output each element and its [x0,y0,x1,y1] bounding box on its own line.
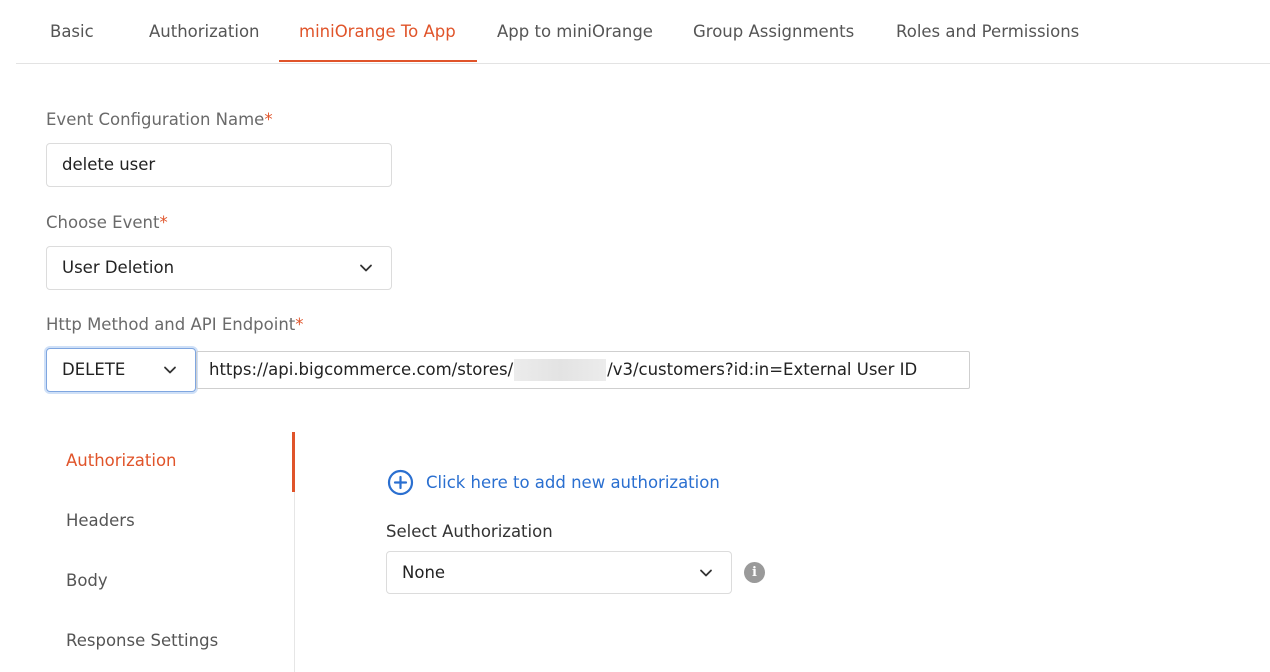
event-config-name-value: delete user [62,155,156,174]
select-authorization-value: None [402,563,446,582]
required-mark: * [159,213,168,232]
event-config-name-input[interactable]: delete user [46,143,392,187]
side-item-authorization[interactable]: Authorization [66,451,177,470]
add-authorization-text: Click here to add new authorization [426,472,720,492]
endpoint-suffix: /v3/customers?id:in=External User ID [607,360,918,379]
select-authorization-select[interactable]: None [386,551,732,594]
side-item-headers[interactable]: Headers [66,511,135,530]
http-method-label-text: Http Method and API Endpoint [46,315,296,334]
tab-authorization[interactable]: Authorization [149,0,260,62]
info-icon[interactable]: i [744,562,765,583]
side-item-body[interactable]: Body [66,571,108,590]
chevron-down-icon [360,264,372,272]
plus-circle-icon [387,469,414,495]
tab-group-assignments[interactable]: Group Assignments [693,0,854,62]
side-menu-active-indicator [292,432,295,492]
side-item-response-settings[interactable]: Response Settings [66,631,218,650]
api-endpoint-input[interactable]: https://api.bigcommerce.com/stores/ /v3/c… [196,351,970,389]
chevron-down-icon [164,366,176,374]
tab-bar: Basic Authorization miniOrange To App Ap… [16,0,1270,64]
required-mark: * [295,315,304,334]
add-authorization-link[interactable]: Click here to add new authorization [387,468,720,496]
choose-event-label: Choose Event* [46,213,168,232]
tab-app-to-miniorange[interactable]: App to miniOrange [497,0,653,62]
tab-basic[interactable]: Basic [50,0,94,62]
select-authorization-label: Select Authorization [386,522,553,541]
http-method-value: DELETE [62,360,126,379]
choose-event-label-text: Choose Event [46,213,160,232]
http-method-label: Http Method and API Endpoint* [46,315,304,334]
http-method-select[interactable]: DELETE [46,348,196,392]
event-config-label-text: Event Configuration Name [46,110,265,129]
choose-event-value: User Deletion [62,258,175,277]
required-mark: * [264,110,273,129]
page: Basic Authorization miniOrange To App Ap… [0,0,1270,672]
tab-roles-and-permissions[interactable]: Roles and Permissions [896,0,1079,62]
redacted-store-id [514,358,607,381]
choose-event-select[interactable]: User Deletion [46,246,392,290]
active-tab-indicator [279,60,477,62]
chevron-down-icon [700,569,712,576]
tab-miniorange-to-app[interactable]: miniOrange To App [299,0,456,62]
endpoint-prefix: https://api.bigcommerce.com/stores/ [209,360,514,379]
event-config-label: Event Configuration Name* [46,110,273,129]
